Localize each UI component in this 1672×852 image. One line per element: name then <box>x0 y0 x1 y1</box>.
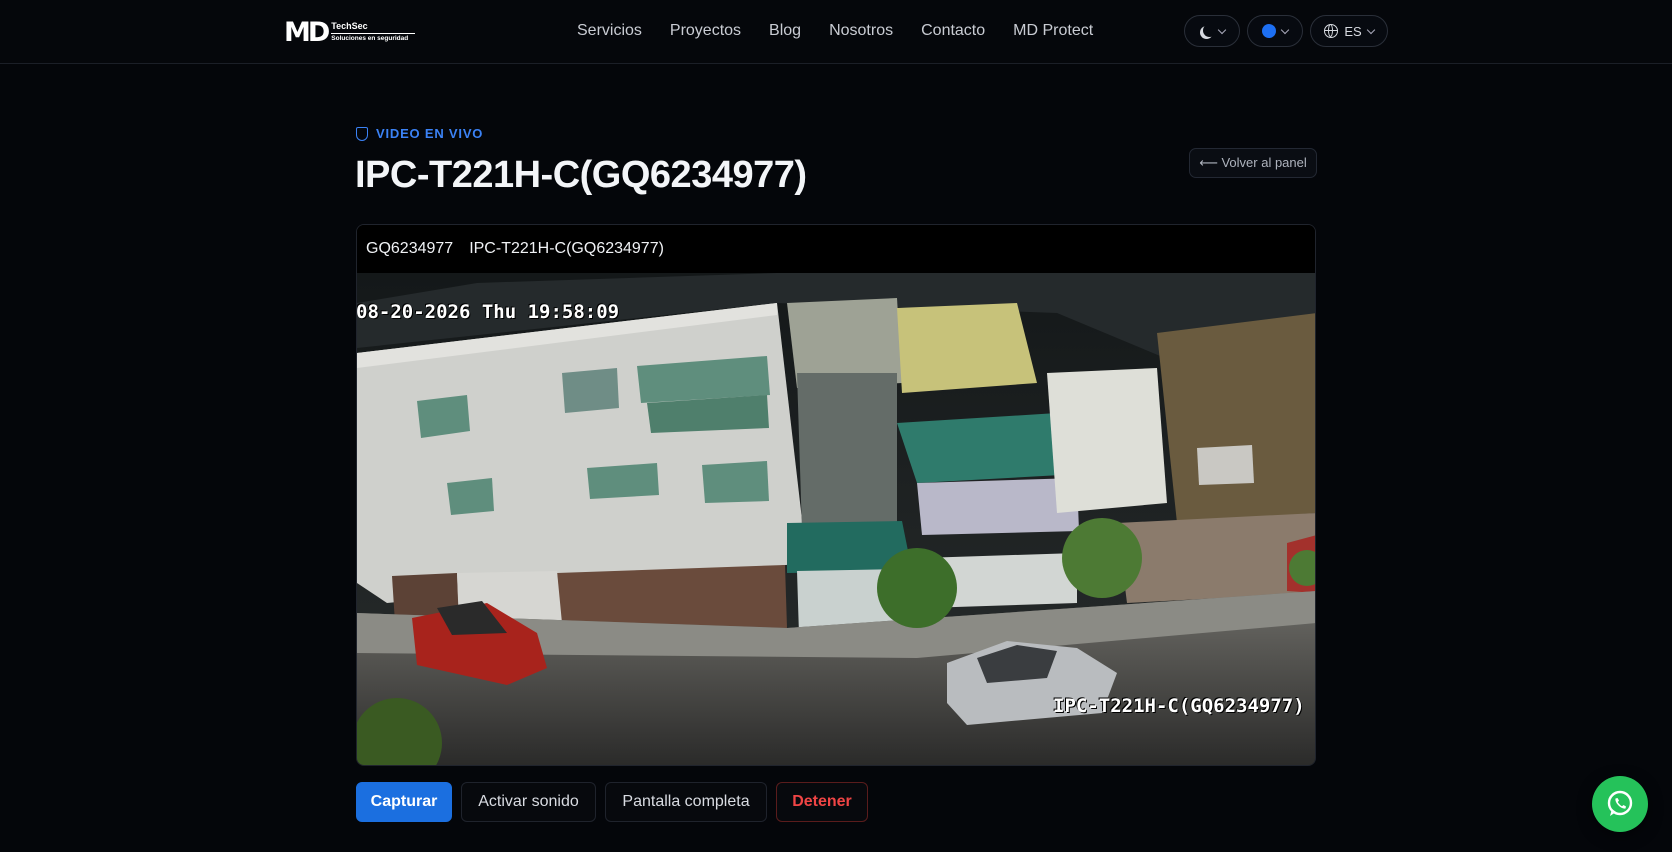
stop-button[interactable]: Detener <box>776 782 868 822</box>
chevron-down-icon <box>1280 25 1290 34</box>
whatsapp-icon <box>1607 790 1633 816</box>
nav-servicios[interactable]: Servicios <box>577 20 642 42</box>
camera-name: IPC-T221H-C(GQ6234977) <box>469 240 664 257</box>
main-nav: Servicios Proyectos Blog Nosotros Contac… <box>577 20 1121 42</box>
video-actions: Capturar Activar sonido Pantalla complet… <box>356 782 868 822</box>
logo-brand: TechSec <box>331 21 416 34</box>
eyebrow-label: VIDEO EN VIVO <box>376 126 484 141</box>
logo-tagline: Soluciones en seguridad <box>331 34 409 42</box>
top-navbar: MD TechSec Soluciones en seguridad Servi… <box>0 0 1672 64</box>
live-video-eyebrow: VIDEO EN VIVO <box>356 126 483 141</box>
language-selector[interactable]: ES <box>1310 15 1388 47</box>
nav-nosotros[interactable]: Nosotros <box>829 20 893 42</box>
whatsapp-button[interactable] <box>1592 776 1648 832</box>
nav-md-protect[interactable]: MD Protect <box>1013 20 1093 42</box>
theme-toggle-button[interactable] <box>1184 15 1240 47</box>
camera-feed[interactable] <box>357 273 1316 766</box>
osd-channel-name: IPC-T221H-C(GQ6234977) <box>1053 695 1305 717</box>
nav-contacto[interactable]: Contacto <box>921 20 985 42</box>
accent-color-picker[interactable] <box>1247 15 1303 47</box>
chevron-down-icon <box>1366 25 1375 34</box>
chevron-down-icon <box>1217 25 1226 34</box>
logo-mark: MD <box>284 16 330 48</box>
nav-blog[interactable]: Blog <box>769 20 801 42</box>
video-player: GQ6234977 IPC-T221H-C(GQ6234977) 08-20-2… <box>356 224 1316 766</box>
brand-logo[interactable]: MD TechSec Soluciones en seguridad <box>284 16 418 48</box>
nav-proyectos[interactable]: Proyectos <box>670 20 741 42</box>
shield-icon <box>356 126 368 141</box>
language-label: ES <box>1344 23 1362 39</box>
moon-icon <box>1203 24 1216 37</box>
osd-timestamp: 08-20-2026 Thu 19:58:09 <box>356 301 620 323</box>
back-to-panel-button[interactable]: ⟵ Volver al panel <box>1189 148 1317 178</box>
page-title: IPC-T221H-C(GQ6234977) <box>355 154 807 196</box>
camera-serial: GQ6234977 <box>366 240 454 257</box>
fullscreen-button[interactable]: Pantalla completa <box>605 782 767 822</box>
logo-text: TechSec Soluciones en seguridad <box>331 21 416 43</box>
video-header: GQ6234977 IPC-T221H-C(GQ6234977) <box>357 225 1315 273</box>
accent-color-dot <box>1262 24 1276 38</box>
globe-icon <box>1324 24 1339 38</box>
capture-button[interactable]: Capturar <box>356 782 452 822</box>
enable-sound-button[interactable]: Activar sonido <box>461 782 596 822</box>
